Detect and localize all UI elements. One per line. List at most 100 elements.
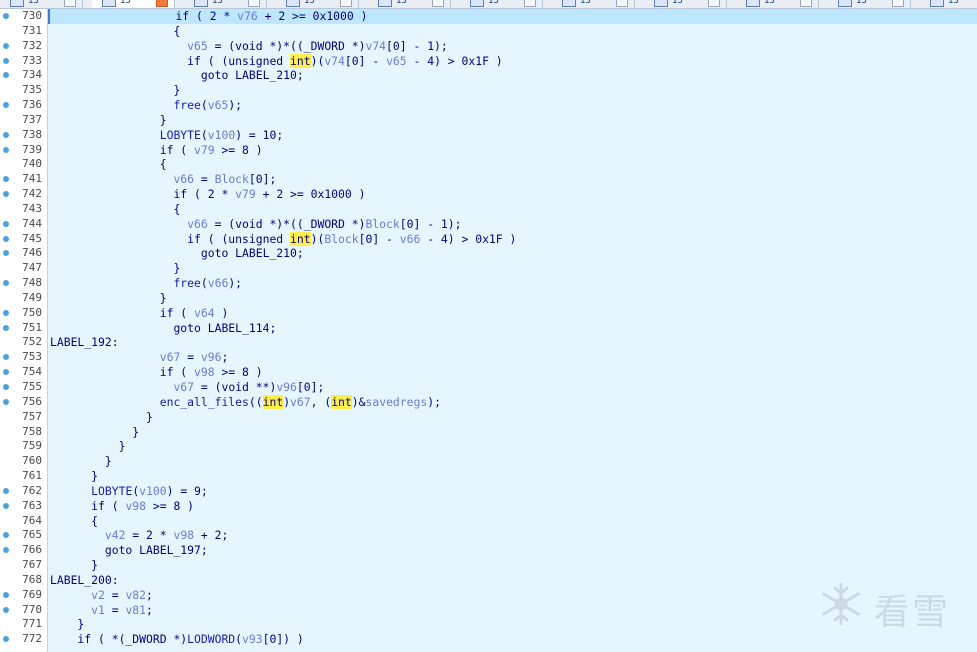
code-line[interactable]: goto LABEL_210; bbox=[48, 68, 977, 83]
code-text: } bbox=[50, 83, 181, 98]
code-line[interactable]: } bbox=[48, 410, 977, 425]
code-line[interactable]: { bbox=[48, 514, 977, 529]
code-text: >= 8 ) bbox=[214, 142, 263, 157]
line-number: 742 bbox=[22, 187, 42, 201]
close-icon[interactable] bbox=[64, 0, 76, 7]
tab-pseudocode[interactable]: 13 bbox=[644, 0, 727, 8]
code-line[interactable]: { bbox=[48, 202, 977, 217]
code-line[interactable]: } bbox=[48, 558, 977, 573]
code-line[interactable]: } bbox=[48, 291, 977, 306]
code-text: = bbox=[104, 602, 126, 617]
code-line[interactable]: goto LABEL_114; bbox=[48, 321, 977, 336]
code-text: } bbox=[50, 424, 140, 439]
code-line[interactable]: } bbox=[48, 425, 977, 440]
code-line[interactable]: enc_all_files((int)v67, (int)&savedregs)… bbox=[48, 394, 977, 410]
code-line[interactable]: if ( v79 >= 8 ) bbox=[48, 143, 977, 158]
code-line[interactable]: v67 = (void **)v96[0]; bbox=[48, 380, 977, 395]
gutter-row: 764 bbox=[0, 514, 47, 529]
gutter-row: 748 bbox=[0, 276, 47, 291]
code-line[interactable]: if ( v98 >= 8 ) bbox=[48, 365, 977, 380]
tab-pseudocode[interactable]: 13 bbox=[552, 0, 635, 8]
line-number: 738 bbox=[22, 127, 42, 141]
gutter-row: 739 bbox=[0, 143, 47, 158]
code-line[interactable]: LOBYTE(v100) = 9; bbox=[48, 484, 977, 499]
code-line[interactable]: LOBYTE(v100) = 10; bbox=[48, 128, 977, 143]
code-text: [0] - bbox=[358, 231, 400, 246]
tab-pseudocode[interactable]: 13 bbox=[184, 0, 267, 8]
tab-pseudocode[interactable]: 13 bbox=[920, 0, 977, 8]
tab-bar: 131313131313131313131313 bbox=[0, 0, 977, 9]
code-line[interactable]: } bbox=[48, 113, 977, 128]
code-text: LABEL_192: bbox=[50, 335, 119, 350]
code-line[interactable]: } bbox=[48, 83, 977, 98]
code-text: )& bbox=[351, 394, 366, 409]
close-icon[interactable] bbox=[800, 0, 812, 7]
tab-pseudocode[interactable]: 13 bbox=[460, 0, 543, 8]
close-icon[interactable] bbox=[892, 0, 904, 7]
code-line[interactable]: if ( 2 * v79 + 2 >= 0x1000 ) bbox=[48, 187, 977, 202]
close-icon[interactable] bbox=[432, 0, 444, 7]
gutter-row: 736 bbox=[0, 98, 47, 113]
code-line[interactable]: goto LABEL_197; bbox=[48, 543, 977, 558]
code-line[interactable]: LABEL_192: bbox=[48, 335, 977, 350]
code-line[interactable]: } bbox=[48, 261, 977, 276]
identifier: v96 bbox=[276, 380, 297, 394]
line-number: 754 bbox=[22, 365, 42, 379]
identifier: Block bbox=[365, 216, 400, 231]
code-text: [0]) ) bbox=[262, 632, 304, 647]
code-line[interactable]: { bbox=[48, 24, 977, 39]
gutter-row: 766 bbox=[0, 543, 47, 558]
close-icon[interactable] bbox=[340, 0, 352, 7]
code-line[interactable]: v42 = 2 * v98 + 2; bbox=[48, 528, 977, 543]
code-line[interactable]: v65 = (void *)*((_DWORD *)v74[0] - 1); bbox=[48, 39, 977, 54]
code-text: ; bbox=[146, 587, 153, 602]
code-line[interactable]: if ( (unsigned int)(Block[0] - v66 - 4) … bbox=[48, 231, 977, 247]
code-line[interactable]: } bbox=[48, 469, 977, 484]
gutter-row: 771 bbox=[0, 617, 47, 632]
code-line[interactable]: if ( (unsigned int)(v74[0] - v65 - 4) > … bbox=[48, 53, 977, 69]
code-line[interactable]: goto LABEL_210; bbox=[48, 246, 977, 261]
code-area[interactable]: if ( 2 * v76 + 2 >= 0x1000 ) { v65 = (vo… bbox=[48, 9, 977, 652]
code-line[interactable]: free(v65); bbox=[48, 98, 977, 113]
code-line[interactable]: { bbox=[48, 157, 977, 172]
pseudocode-view[interactable]: 730 731 732 733 734 735 736 737 738 739 740 741 742 7… bbox=[0, 9, 977, 652]
code-text: [0]; bbox=[296, 380, 325, 394]
close-icon[interactable] bbox=[708, 0, 720, 7]
pseudocode-icon bbox=[562, 0, 576, 7]
line-number: 761 bbox=[22, 469, 42, 483]
code-text: { bbox=[50, 513, 99, 528]
code-line[interactable]: v67 = v96; bbox=[48, 350, 977, 365]
code-line[interactable]: } bbox=[48, 439, 977, 454]
gutter-row: 751 bbox=[0, 321, 47, 336]
tab-pseudocode[interactable]: 13 bbox=[92, 0, 175, 8]
identifier: v100 bbox=[207, 127, 236, 142]
identifier: v96 bbox=[200, 350, 222, 365]
code-text: } bbox=[50, 112, 167, 127]
code-line[interactable]: if ( v64 ) bbox=[48, 306, 977, 321]
tab-pseudocode[interactable]: 13 bbox=[0, 0, 83, 8]
tab-pseudocode[interactable]: 13 bbox=[736, 0, 819, 8]
gutter-row: 738 bbox=[0, 128, 47, 143]
line-number: 733 bbox=[22, 53, 42, 67]
code-line[interactable]: if ( v98 >= 8 ) bbox=[48, 499, 977, 514]
code-line[interactable]: v66 = Block[0]; bbox=[48, 172, 977, 187]
code-line[interactable]: } bbox=[48, 454, 977, 469]
close-icon[interactable] bbox=[616, 0, 628, 7]
close-icon[interactable] bbox=[156, 0, 168, 7]
line-number: 747 bbox=[22, 261, 42, 275]
code-line[interactable]: free(v66); bbox=[48, 276, 977, 291]
tab-pseudocode[interactable]: 13 bbox=[368, 0, 451, 8]
tab-pseudocode[interactable]: 13 bbox=[276, 0, 359, 8]
code-text: if ( (unsigned bbox=[50, 53, 291, 68]
tab-pseudocode[interactable]: 13 bbox=[828, 0, 911, 8]
code-text: } bbox=[50, 439, 126, 454]
line-number: 731 bbox=[22, 23, 42, 37]
code-line[interactable]: if ( 2 * v76 + 2 >= 0x1000 ) bbox=[48, 9, 977, 24]
close-icon[interactable] bbox=[248, 0, 260, 7]
close-icon[interactable] bbox=[524, 0, 536, 7]
code-text: LABEL_200: bbox=[50, 572, 119, 587]
code-line[interactable]: v66 = (void *)*((_DWORD *)Block[0] - 1); bbox=[48, 217, 977, 232]
code-text: - 4) > 0x1F ) bbox=[406, 53, 503, 68]
